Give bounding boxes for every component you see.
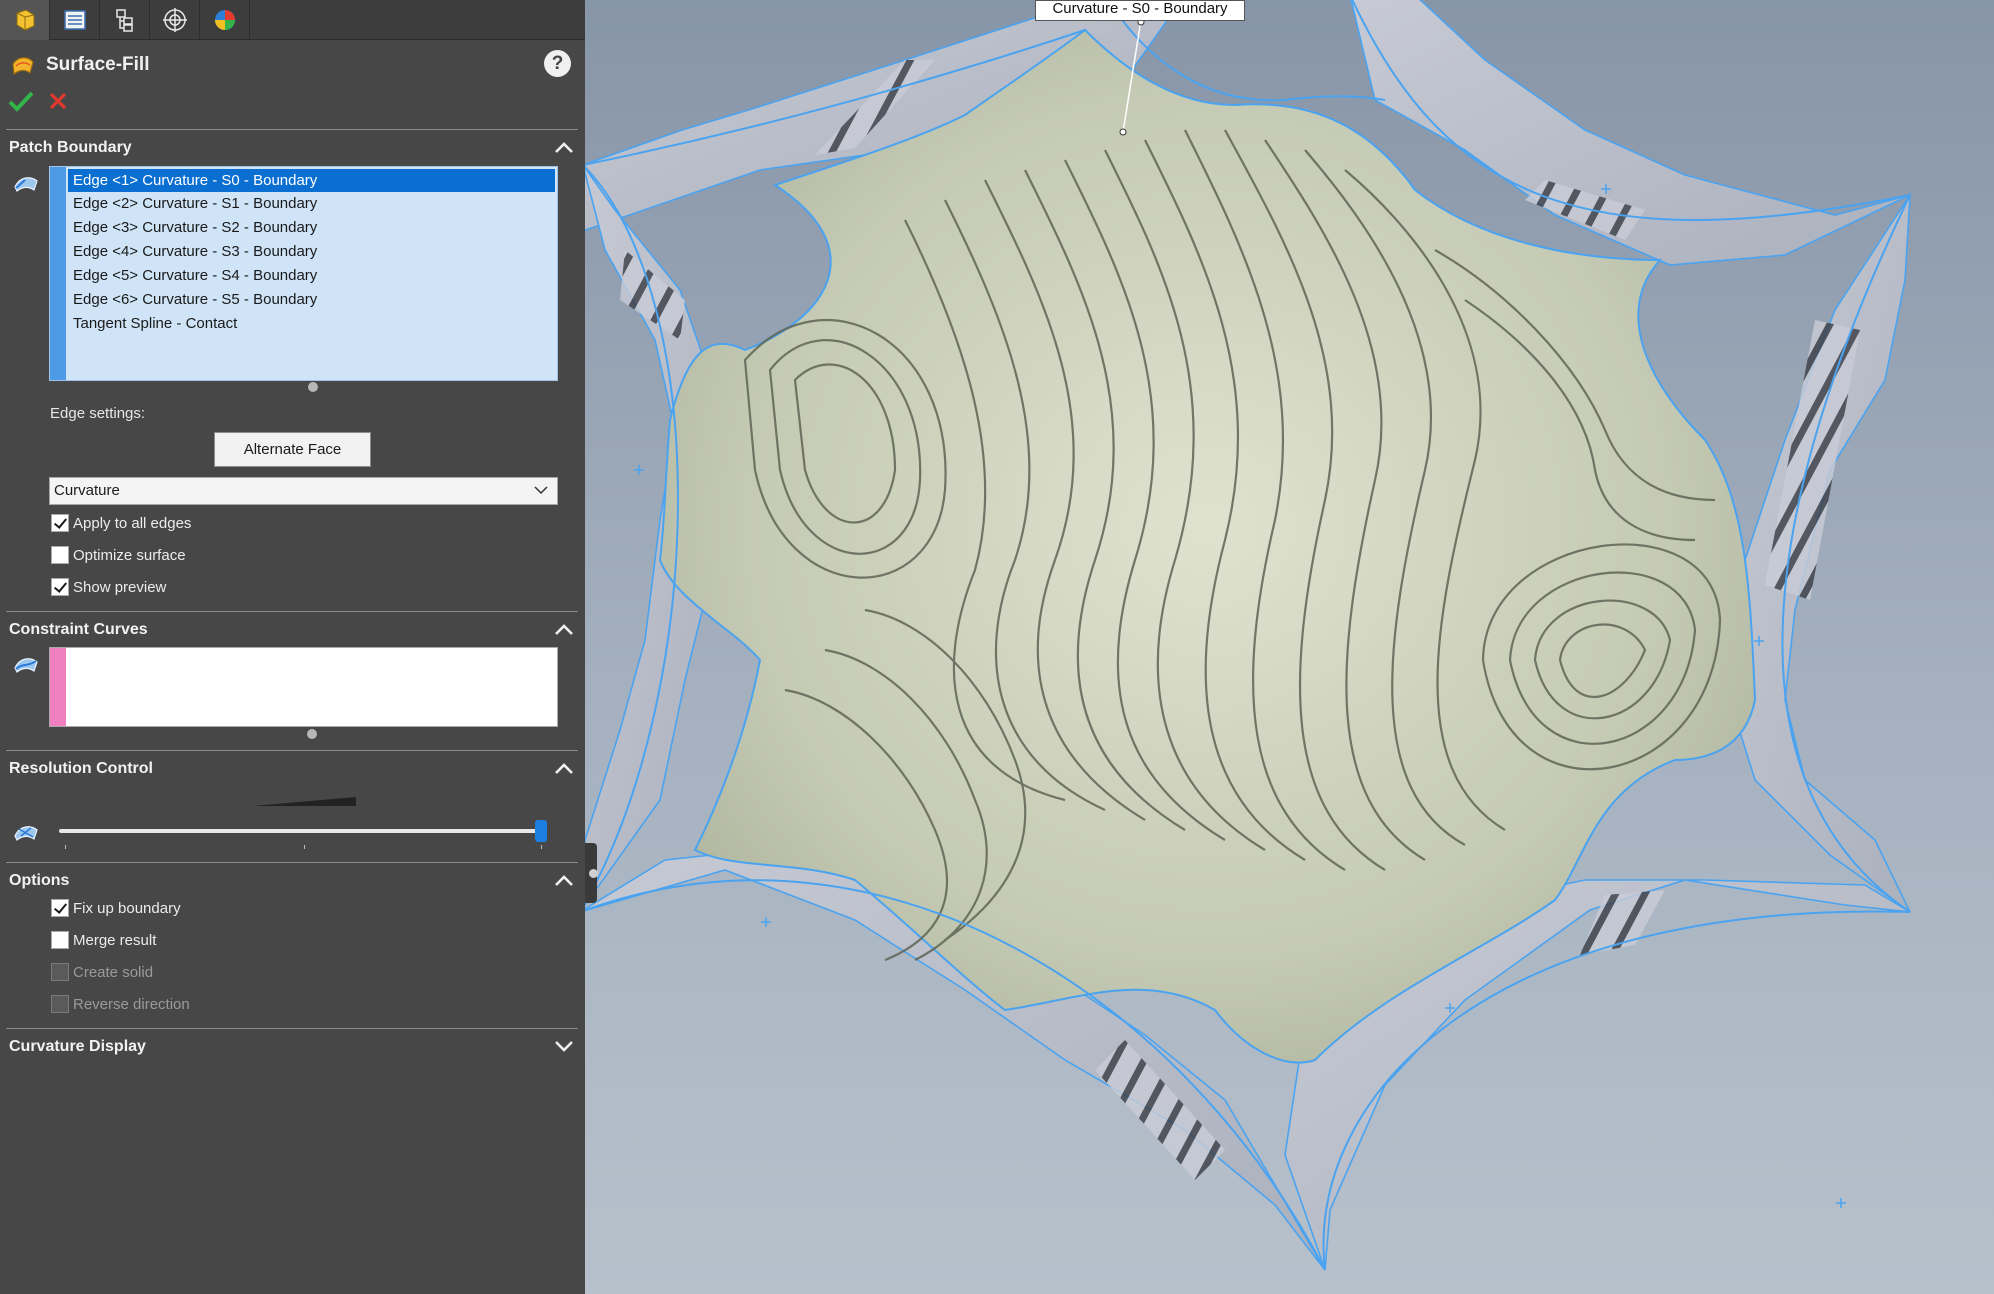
edge-condition-select[interactable]: Curvature (49, 477, 558, 505)
tab-configuration-manager[interactable] (100, 0, 150, 40)
section-divider (6, 862, 578, 863)
edge-settings-label: Edge settings: (50, 405, 146, 422)
resolution-slider-track[interactable] (59, 829, 545, 833)
ok-check-icon[interactable] (8, 90, 34, 112)
resolution-control-header[interactable]: Resolution Control (9, 760, 153, 778)
selection-color-stripe (50, 648, 66, 726)
checkbox-label: Show preview (73, 578, 167, 596)
options-header[interactable]: Options (9, 872, 69, 890)
patch-boundary-items: Edge <1> Curvature - S0 - Boundary Edge <… (66, 167, 557, 336)
show-preview-checkbox[interactable]: Show preview (51, 576, 166, 598)
tab-feature-manager[interactable] (0, 0, 50, 40)
section-divider (6, 129, 578, 130)
edge-condition-value: Curvature (54, 482, 120, 499)
chevron-up-icon[interactable] (553, 873, 575, 887)
merge-result-checkbox[interactable]: Merge result (51, 929, 156, 951)
alternate-face-button[interactable]: Alternate Face (214, 432, 371, 467)
manager-tab-bar (0, 0, 585, 40)
checkbox-box[interactable] (51, 578, 69, 596)
checkbox-label: Apply to all edges (73, 514, 192, 532)
create-solid-checkbox: Create solid (51, 961, 153, 983)
section-divider (6, 750, 578, 751)
slider-tick (65, 845, 66, 849)
patch-boundary-item[interactable]: Edge <2> Curvature - S1 - Boundary (66, 192, 557, 216)
reverse-direction-checkbox: Reverse direction (51, 993, 190, 1015)
list-resize-grip[interactable] (308, 382, 318, 392)
resolution-ramp-icon (252, 797, 356, 806)
chevron-down-icon (534, 486, 548, 495)
property-manager-icon (63, 10, 86, 30)
selection-color-stripe (50, 167, 66, 380)
checkbox-box[interactable] (51, 931, 69, 949)
callout-anchor-icon (1119, 128, 1127, 136)
boundary-surface-s2[interactable] (1729, 192, 1911, 913)
chevron-up-icon[interactable] (553, 761, 575, 775)
curvature-display-header[interactable]: Curvature Display (9, 1038, 146, 1056)
edge-selection-icon (14, 177, 38, 192)
model-view[interactable] (585, 0, 1994, 1294)
fix-up-boundary-checkbox[interactable]: Fix up boundary (51, 897, 181, 919)
slider-tick (541, 845, 542, 849)
checkbox-box (51, 963, 69, 981)
checkbox-label: Reverse direction (73, 995, 190, 1013)
section-divider (6, 611, 578, 612)
chevron-down-icon[interactable] (553, 1039, 575, 1053)
dimxpert-manager-icon (162, 8, 187, 32)
checkbox-box[interactable] (51, 514, 69, 532)
graphics-viewport[interactable] (585, 0, 1994, 1294)
apply-to-all-edges-checkbox[interactable]: Apply to all edges (51, 512, 191, 534)
constraint-curves-header[interactable]: Constraint Curves (9, 621, 148, 639)
tab-display-manager[interactable] (200, 0, 250, 40)
resolution-icon (14, 826, 38, 841)
page-title: Surface-Fill (46, 54, 150, 75)
slider-tick (304, 845, 305, 849)
patch-boundary-item[interactable]: Tangent Spline - Contact (66, 312, 557, 336)
resolution-slider-thumb[interactable] (535, 820, 547, 842)
surface-fill-icon (12, 57, 34, 76)
checkbox-label: Create solid (73, 963, 154, 981)
patch-boundary-item[interactable]: Edge <3> Curvature - S2 - Boundary (66, 216, 557, 240)
checkbox-label: Optimize surface (73, 546, 186, 564)
patch-boundary-list[interactable]: Edge <1> Curvature - S0 - Boundary Edge <… (49, 166, 558, 381)
patch-boundary-item[interactable]: Edge <5> Curvature - S4 - Boundary (66, 264, 557, 288)
property-manager-panel: Surface-Fill ? Patch Boundary Edge <1> C… (0, 0, 585, 1294)
tab-property-manager[interactable] (50, 0, 100, 40)
patch-boundary-header[interactable]: Patch Boundary (9, 139, 132, 157)
patch-boundary-item[interactable]: Edge <1> Curvature - S0 - Boundary (68, 169, 555, 192)
splitter-grip-icon[interactable] (589, 869, 598, 878)
checkbox-box[interactable] (51, 546, 69, 564)
cancel-x-icon[interactable] (48, 91, 68, 111)
tab-dimxpert-manager[interactable] (150, 0, 200, 40)
curve-selection-icon (14, 658, 38, 673)
checkbox-label: Fix up boundary (73, 899, 181, 917)
chevron-up-icon[interactable] (553, 622, 575, 636)
list-resize-grip[interactable] (307, 729, 317, 739)
chevron-up-icon[interactable] (553, 140, 575, 154)
display-manager-icon (214, 10, 235, 30)
help-icon[interactable]: ? (544, 50, 571, 77)
feature-title-row: Surface-Fill (10, 50, 149, 80)
patch-boundary-item[interactable]: Edge <6> Curvature - S5 - Boundary (66, 288, 557, 312)
checkbox-box (51, 995, 69, 1013)
optimize-surface-checkbox[interactable]: Optimize surface (51, 544, 186, 566)
checkbox-label: Merge result (73, 931, 157, 949)
feature-manager-icon (16, 9, 34, 31)
patch-boundary-item[interactable]: Edge <4> Curvature - S3 - Boundary (66, 240, 557, 264)
constraint-curves-list[interactable] (49, 647, 558, 727)
configuration-manager-icon (115, 9, 133, 32)
checkbox-box[interactable] (51, 899, 69, 917)
edge-callout[interactable]: Curvature - S0 - Boundary (1035, 0, 1245, 21)
section-divider (6, 1028, 578, 1029)
